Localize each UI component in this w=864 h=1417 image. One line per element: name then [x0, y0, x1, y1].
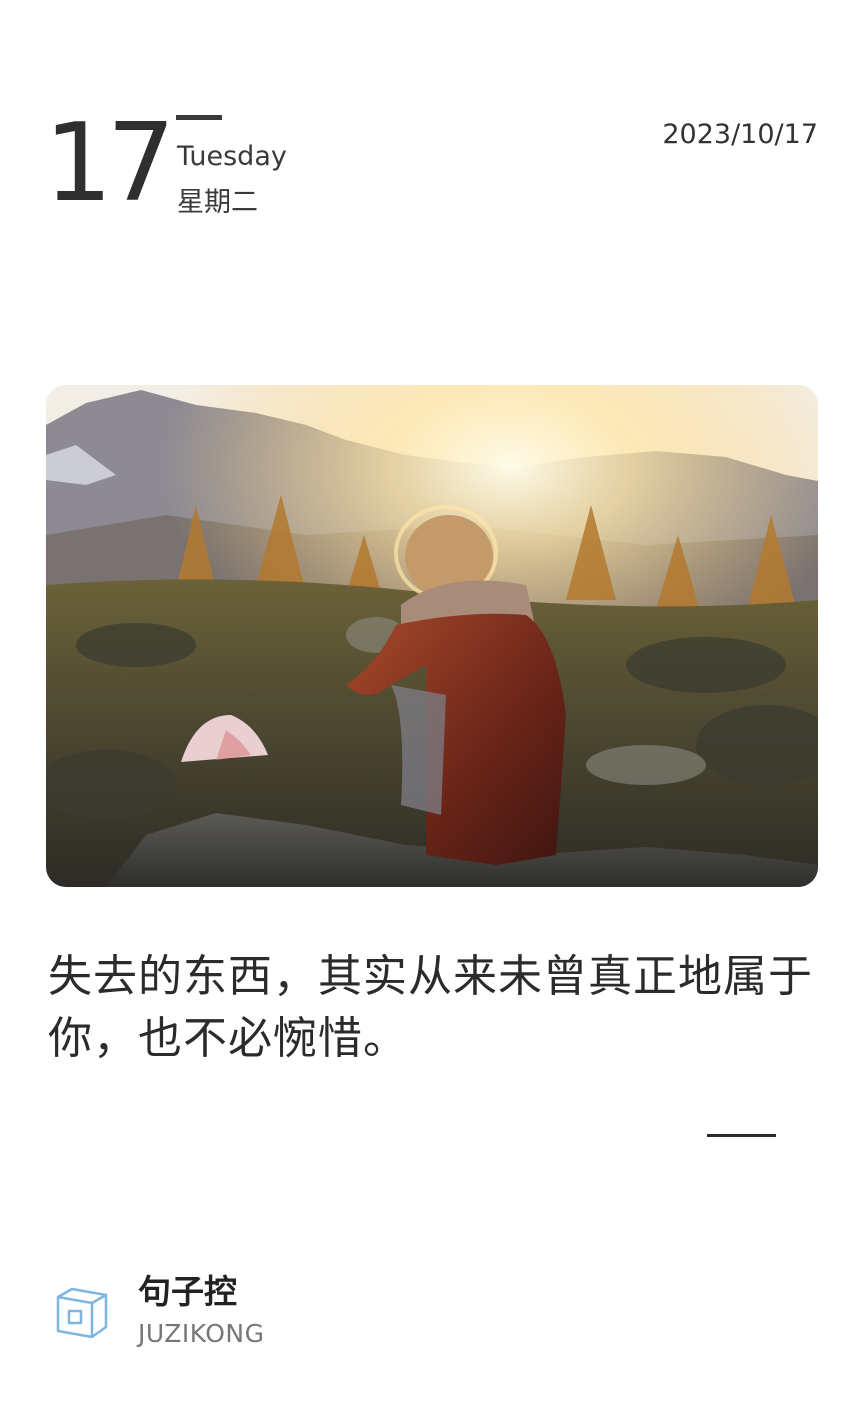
quote-photo — [46, 385, 818, 887]
day-divider — [176, 115, 222, 120]
brand-name-english: JUZIKONG — [138, 1319, 265, 1348]
photo-person-sunset-mountains-icon — [46, 385, 818, 887]
brand-name: 句子控 — [138, 1272, 237, 1311]
full-date: 2023/10/17 — [662, 119, 818, 150]
quote-divider — [707, 1134, 776, 1137]
day-number: 17 — [44, 101, 175, 226]
juzikong-logo-icon — [56, 1287, 108, 1339]
weekday-chinese: 星期二 — [177, 187, 258, 218]
quote-text: 失去的东西，其实从来未曾真正地属于你，也不必惋惜。 — [48, 951, 813, 1064]
weekday-english: Tuesday — [177, 141, 287, 172]
